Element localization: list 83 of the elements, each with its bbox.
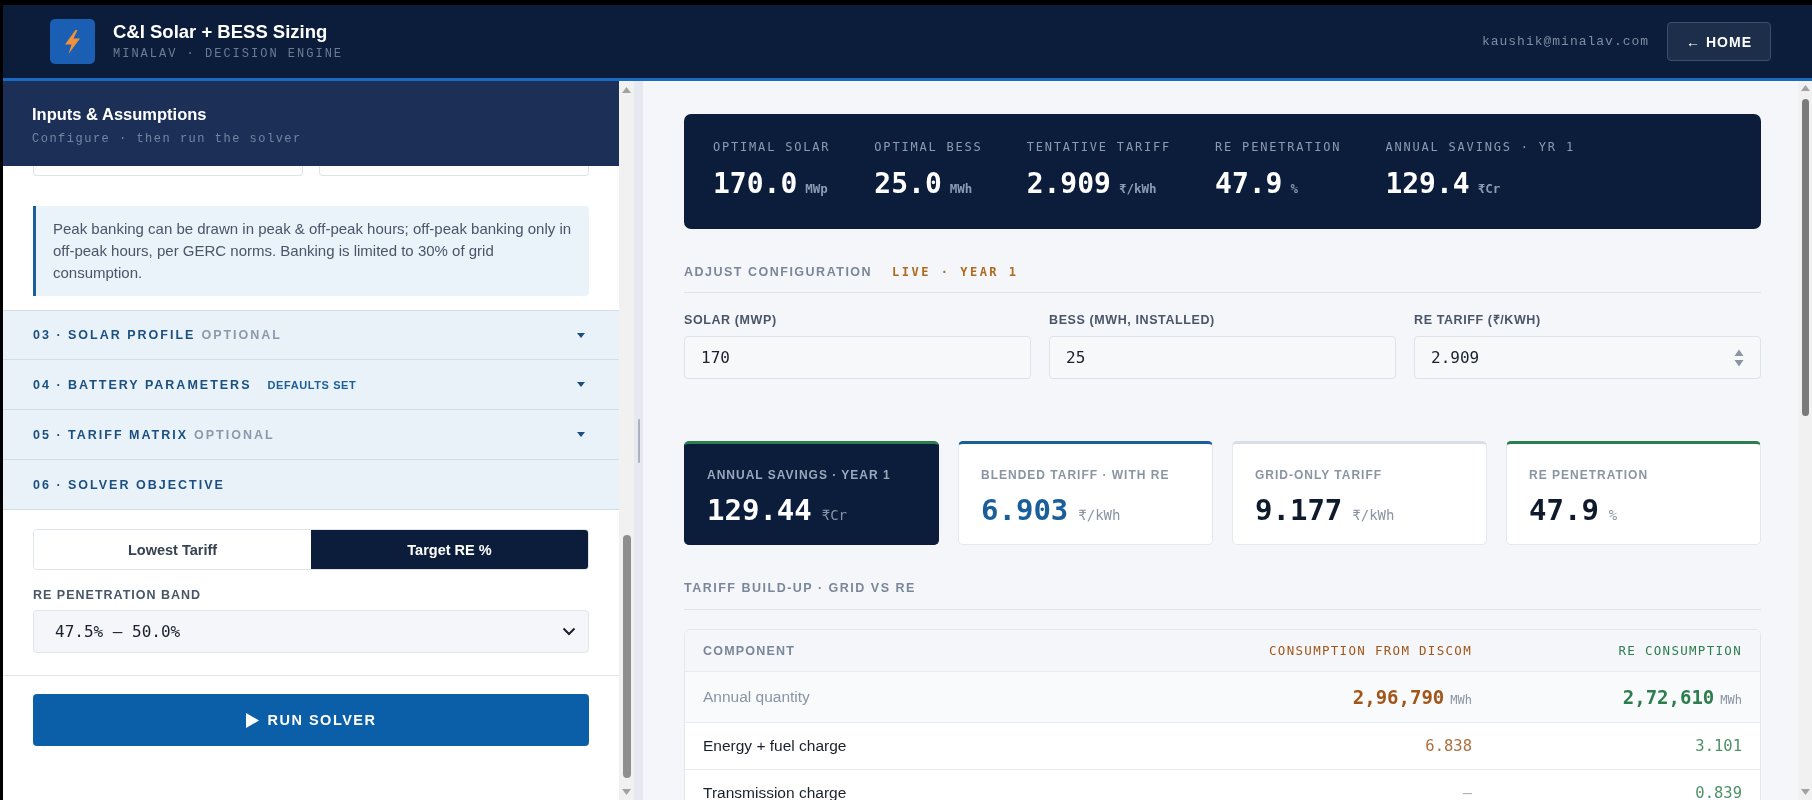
table-cell: Energy + fuel charge xyxy=(703,737,847,755)
scroll-up-icon[interactable] xyxy=(1800,85,1810,91)
field-label: BESS (MWH, INSTALLED) xyxy=(1049,312,1216,328)
input-field[interactable] xyxy=(33,166,303,176)
kpi-value: 47.9 xyxy=(1215,167,1283,201)
scroll-down-icon[interactable] xyxy=(622,789,631,795)
scrollbar-thumb[interactable] xyxy=(1801,99,1809,416)
card-unit: ₹/kWh xyxy=(1078,506,1121,525)
scrollbar-thumb[interactable] xyxy=(622,535,631,778)
kpi-unit: MWp xyxy=(805,180,828,198)
kpi-value: 25.0 xyxy=(874,167,942,201)
run-solver-button[interactable]: RUN SOLVER xyxy=(33,694,589,746)
input-field[interactable] xyxy=(319,166,589,176)
resize-handle[interactable] xyxy=(637,418,640,463)
field-label: RE TARIFF (₹/KWH) xyxy=(1414,312,1542,328)
card-unit: ₹/kWh xyxy=(1352,506,1395,525)
section-heading: ADJUST CONFIGURATION xyxy=(684,264,873,280)
section-tag-label: OPTIONAL xyxy=(194,427,275,442)
accordion-header[interactable]: 04 · BATTERY PARAMETERS DEFAULTS SET xyxy=(3,360,619,410)
card-label: ANNUAL SAVINGS · YEAR 1 xyxy=(707,467,892,483)
scroll-up-icon[interactable] xyxy=(622,87,631,93)
kpi-label: OPTIMAL BESS xyxy=(874,139,983,155)
kpi-label: RE PENETRATION xyxy=(1215,139,1342,155)
kpi-unit: ₹/kWh xyxy=(1118,180,1157,198)
table-cell: 2,72,610 xyxy=(1622,686,1715,708)
column-header: RE CONSUMPTION xyxy=(1618,643,1742,658)
accordion-header[interactable]: 05 · TARIFF MATRIX OPTIONAL xyxy=(3,410,619,460)
number-field[interactable]: 170 xyxy=(684,336,1031,379)
unit-label: MWh xyxy=(1720,693,1742,707)
home-button[interactable]: ← HOME xyxy=(1667,22,1771,61)
caret-down-icon xyxy=(577,432,585,437)
number-field[interactable]: 25 xyxy=(1049,336,1396,379)
kpi-unit: MWh xyxy=(949,180,973,198)
field-label: SOLAR (MWP) xyxy=(684,312,778,328)
column-header: COMPONENT xyxy=(703,643,796,658)
table-cell: — xyxy=(1462,784,1472,800)
column-header: CONSUMPTION FROM DISCOM xyxy=(1269,643,1472,658)
section-heading: TARIFF BUILD-UP · GRID VS RE xyxy=(684,580,916,596)
caret-down-icon xyxy=(577,382,585,387)
scroll-down-icon[interactable] xyxy=(1800,789,1810,795)
kpi-value: 170.0 xyxy=(713,167,798,201)
kpi-unit: ₹Cr xyxy=(1477,180,1501,198)
kpi-value: 129.4 xyxy=(1385,167,1470,201)
card-label: BLENDED TARIFF · WITH RE xyxy=(981,467,1171,483)
card-value: 129.44 xyxy=(707,493,812,527)
kpi-label: ANNUAL SAVINGS · YR 1 xyxy=(1385,139,1575,155)
user-email: kaushik@minalav.com xyxy=(1481,34,1650,49)
card-label: RE PENETRATION xyxy=(1529,467,1650,483)
card-value: 9.177 xyxy=(1255,493,1343,527)
field-label: RE PENETRATION BAND xyxy=(33,587,203,603)
lightning-bolt-icon xyxy=(50,19,95,64)
card-unit: % xyxy=(1608,506,1618,525)
section-tag-label: OPTIONAL xyxy=(201,328,282,342)
stepper-arrows-icon[interactable] xyxy=(1734,347,1744,368)
accordion-header[interactable]: 06 · SOLVER OBJECTIVE xyxy=(3,460,619,510)
table-cell: 6.838 xyxy=(1425,737,1472,755)
chevron-down-icon xyxy=(562,627,576,636)
kpi-label: OPTIMAL SOLAR xyxy=(713,139,831,155)
sidebar-subtitle: Configure · then run the solver xyxy=(32,131,303,147)
objective-option[interactable]: Target RE % xyxy=(311,530,588,569)
section-tag-label: DEFAULTS SET xyxy=(267,378,357,391)
table-cell: Annual quantity xyxy=(703,688,810,706)
table-cell: 0.839 xyxy=(1695,784,1742,800)
table-cell: 3.101 xyxy=(1695,737,1742,755)
accordion-header[interactable]: 03 · SOLAR PROFILE OPTIONAL xyxy=(3,310,619,360)
card-value: 47.9 xyxy=(1529,493,1599,527)
card-label: GRID-ONLY TARIFF xyxy=(1255,467,1384,483)
kpi-label: TENTATIVE TARIFF xyxy=(1026,139,1172,155)
sidebar-title: Inputs & Assumptions xyxy=(32,104,208,124)
info-note: Peak banking can be drawn in peak & off-peak hours; off-peak banking only in off-peak hours, per GERC norms. Banking is limited to 30% of grid consumption. xyxy=(33,206,589,296)
app-subtitle: MINALAV · DECISION ENGINE xyxy=(113,46,344,62)
table-cell: 2,96,790 xyxy=(1352,686,1445,708)
live-status-label: LIVE · YEAR 1 xyxy=(892,264,1019,280)
band-select[interactable]: 47.5% – 50.0% xyxy=(33,610,589,653)
caret-down-icon xyxy=(577,332,585,338)
unit-label: MWh xyxy=(1450,693,1472,707)
kpi-unit: % xyxy=(1290,180,1298,198)
app-title: C&I Solar + BESS Sizing xyxy=(113,21,329,43)
kpi-value: 2.909 xyxy=(1026,167,1111,201)
play-icon xyxy=(245,712,259,728)
card-value: 6.903 xyxy=(981,493,1069,527)
card-unit: ₹Cr xyxy=(821,506,848,525)
number-field[interactable]: 2.909 xyxy=(1414,336,1761,379)
